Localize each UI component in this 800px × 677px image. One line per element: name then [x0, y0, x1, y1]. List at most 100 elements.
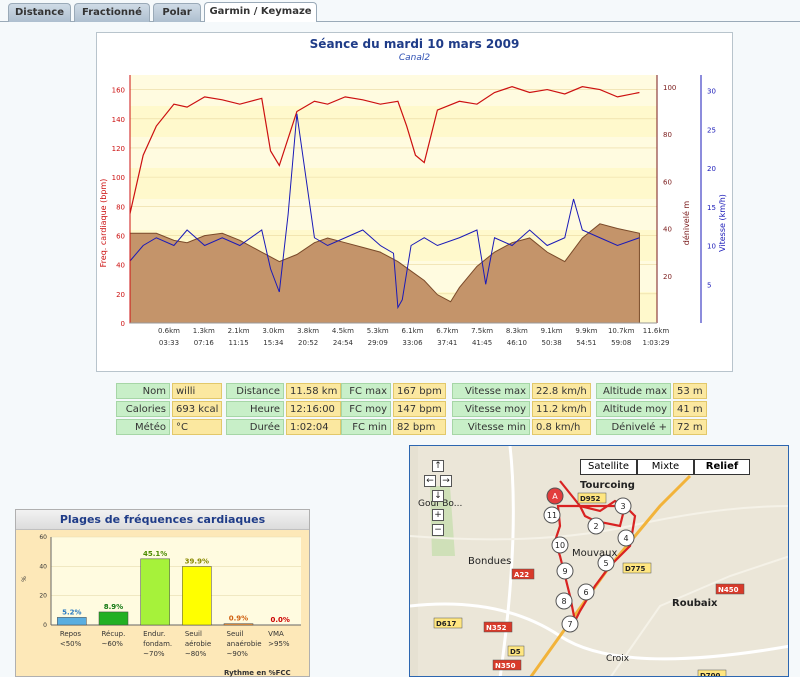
x-distance-label: 11.6km [643, 327, 670, 335]
zoom-out-icon[interactable]: − [432, 524, 444, 536]
x-distance-label: 0.6km [158, 327, 180, 335]
route-marker[interactable]: A [546, 487, 564, 505]
map-place-label: Croix [606, 654, 630, 664]
x-distance-label: 6.7km [436, 327, 458, 335]
map-place-label: Tourcoing [580, 480, 635, 491]
zone-category-label: Seuil [185, 630, 202, 638]
altitude-tick-label: 100 [663, 84, 676, 92]
route-marker[interactable]: 9 [556, 562, 574, 580]
map-place-label: Mouvaux [572, 548, 617, 559]
speed-tick-label: 20 [707, 165, 716, 173]
route-marker[interactable]: 10 [551, 536, 569, 554]
svg-text:11: 11 [547, 511, 557, 520]
x-time-label: 37:41 [437, 339, 457, 347]
stat-value-altitude-moy: 41 m [673, 401, 707, 417]
x-time-label: 24:54 [333, 339, 354, 347]
route-marker[interactable]: 2 [587, 517, 605, 535]
zone-bar [140, 558, 170, 626]
plot-band [130, 137, 657, 168]
stat-value-fc-max: 167 bpm [393, 383, 446, 399]
svg-text:N450: N450 [718, 586, 739, 594]
stat-label-fc-moy: FC moy [341, 401, 391, 417]
stat-value-altitude-max: 53 m [673, 383, 707, 399]
svg-text:D5: D5 [510, 648, 521, 656]
tab-fractionne[interactable]: Fractionné [74, 3, 150, 22]
hr-tick-label: 140 [112, 116, 125, 124]
x-time-label: 15:34 [263, 339, 284, 347]
hr-tick-label: 80 [116, 203, 125, 211]
svg-text:D952: D952 [580, 495, 601, 503]
zones-title: Plages de fréquences cardiaques [16, 510, 309, 530]
map-mixte-button[interactable]: Mixte [637, 459, 694, 475]
pan-down-icon[interactable]: ↓ [432, 490, 444, 502]
svg-text:9: 9 [562, 567, 567, 576]
zone-value-label: 5.2% [62, 608, 81, 616]
stat-value-calories: 693 kcal [172, 401, 223, 417]
stat-label-altitude-moy: Altitude moy [596, 401, 671, 417]
x-time-label: 54:51 [576, 339, 596, 347]
svg-text:D700: D700 [700, 672, 721, 677]
svg-text:7: 7 [567, 620, 572, 629]
zone-category-label: Récup. [102, 630, 126, 638]
zone-category-label: Seuil [227, 630, 244, 638]
svg-text:D617: D617 [436, 620, 457, 628]
zoom-in-icon[interactable]: + [432, 509, 444, 521]
plot-band [130, 168, 657, 199]
hr-axis-label: Freq. cardiaque (bpm) [99, 179, 108, 268]
x-time-label: 11:15 [228, 339, 248, 347]
pan-left-icon[interactable]: ← [424, 475, 436, 487]
x-time-label: 07:16 [194, 339, 215, 347]
stat-value-vitesse-max: 22.8 km/h [532, 383, 591, 399]
tab-polar[interactable]: Polar [153, 3, 201, 22]
session-chart: 0 20 40 60 80 100 120 140 160 20 40 60 80 100 5 10 15 20 2… [99, 75, 727, 347]
route-marker[interactable]: 6 [577, 583, 595, 601]
zone-bar [57, 617, 87, 626]
route-marker[interactable]: 7 [561, 615, 579, 633]
svg-text:10: 10 [555, 541, 565, 550]
x-time-label: 46:10 [507, 339, 527, 347]
speed-tick-label: 25 [707, 126, 716, 134]
zone-category-label: Endur. [143, 630, 165, 638]
tab-bar: Distance Fractionné Polar Garmin / Keyma… [0, 0, 800, 22]
plot-band [130, 106, 657, 137]
route-marker[interactable]: 3 [614, 497, 632, 515]
stat-label-heure: Heure [226, 401, 284, 417]
road-shield: D700 [697, 669, 727, 677]
zone-value-label: 0.9% [229, 615, 248, 623]
hr-tick-label: 60 [116, 232, 125, 240]
zone-category-label: fondam. [143, 640, 172, 648]
tab-garmin-keymaze[interactable]: Garmin / Keymaze [204, 2, 317, 22]
route-map[interactable]: A 11 2 3 4 5 6 7 8 9 10 Tourcoing Mouvaux Bondues Rou… [409, 445, 789, 677]
stat-value-heure: 12:16:00 [286, 401, 342, 417]
hr-tick-label: 0 [121, 320, 125, 328]
zone-category-label: ~80% [185, 650, 207, 658]
route-marker[interactable]: 11 [543, 506, 561, 524]
pan-up-icon[interactable]: ↑ [432, 460, 444, 472]
route-marker[interactable]: 4 [617, 529, 635, 547]
zone-category-label: aérobie [185, 640, 211, 648]
map-relief-button[interactable]: Relief [694, 459, 750, 475]
heart-rate-zones-panel: Plages de fréquences cardiaques 0 20 40 60%… [15, 509, 310, 677]
stats-speed: Vitesse max 22.8 km/h Vitesse moy 11.2 km/… [450, 381, 593, 437]
x-time-label: 50:38 [542, 339, 562, 347]
svg-text:8: 8 [561, 597, 566, 606]
route-marker[interactable]: 8 [555, 592, 573, 610]
tab-distance[interactable]: Distance [8, 3, 71, 22]
speed-tick-label: 5 [707, 281, 711, 289]
zone-category-label: >95% [268, 640, 290, 648]
hr-tick-label: 100 [112, 174, 125, 182]
road-shield: D952 [577, 492, 607, 504]
zones-tick-label: 60 [39, 534, 47, 541]
map-canvas[interactable]: A 11 2 3 4 5 6 7 8 9 10 Tourcoing Mouvaux Bondues Rou… [410, 446, 789, 677]
map-satellite-button[interactable]: Satellite [580, 459, 637, 475]
session-chart-panel: Séance du mardi 10 mars 2009 Canal2 0 20 4… [96, 32, 733, 372]
stat-label-nom: Nom [116, 383, 170, 399]
altitude-tick-label: 20 [663, 273, 672, 281]
stat-label-altitude-max: Altitude max [596, 383, 671, 399]
x-distance-label: 5.3km [367, 327, 389, 335]
zone-category-label: ~60% [102, 640, 124, 648]
svg-text:6: 6 [583, 588, 588, 597]
pan-right-icon[interactable]: → [440, 475, 452, 487]
road-shield: N350 [492, 659, 522, 671]
zone-category-label: ~70% [143, 650, 165, 658]
